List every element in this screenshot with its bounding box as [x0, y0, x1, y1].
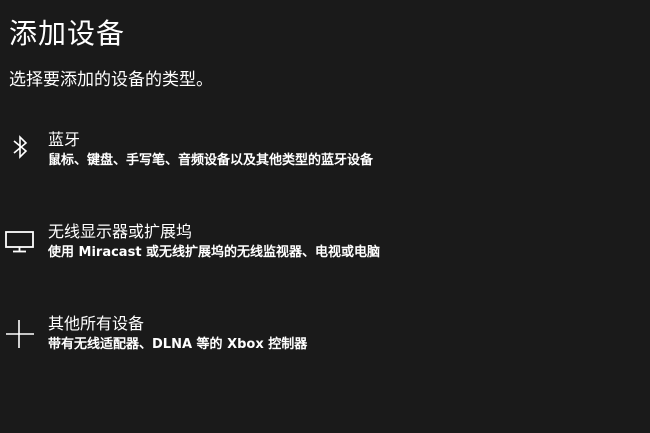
option-other-devices-label: 其他所有设备: [48, 314, 145, 333]
plus-icon: [2, 314, 36, 348]
bluetooth-icon: [2, 130, 36, 164]
option-bluetooth-description: 鼠标、键盘、手写笔、音频设备以及其他类型的蓝牙设备: [48, 153, 374, 168]
monitor-icon: [2, 222, 36, 256]
dialog-title: 添加设备: [9, 17, 126, 50]
option-wireless-display[interactable]: 无线显示器或扩展坞 使用 Miracast 或无线扩展坞的无线监视器、电视或电脑: [0, 216, 650, 276]
add-device-dialog: 添加设备 选择要添加的设备的类型。 蓝牙 鼠标、键盘、手写笔、音频设备以及其他类…: [0, 0, 650, 433]
option-other-devices-description: 带有无线适配器、DLNA 等的 Xbox 控制器: [48, 337, 308, 352]
option-bluetooth[interactable]: 蓝牙 鼠标、键盘、手写笔、音频设备以及其他类型的蓝牙设备: [0, 124, 650, 184]
option-wireless-display-label: 无线显示器或扩展坞: [48, 222, 193, 241]
dialog-subtitle: 选择要添加的设备的类型。: [9, 70, 213, 90]
option-bluetooth-label: 蓝牙: [48, 130, 81, 149]
option-other-devices[interactable]: 其他所有设备 带有无线适配器、DLNA 等的 Xbox 控制器: [0, 308, 650, 368]
option-wireless-display-description: 使用 Miracast 或无线扩展坞的无线监视器、电视或电脑: [48, 245, 381, 260]
